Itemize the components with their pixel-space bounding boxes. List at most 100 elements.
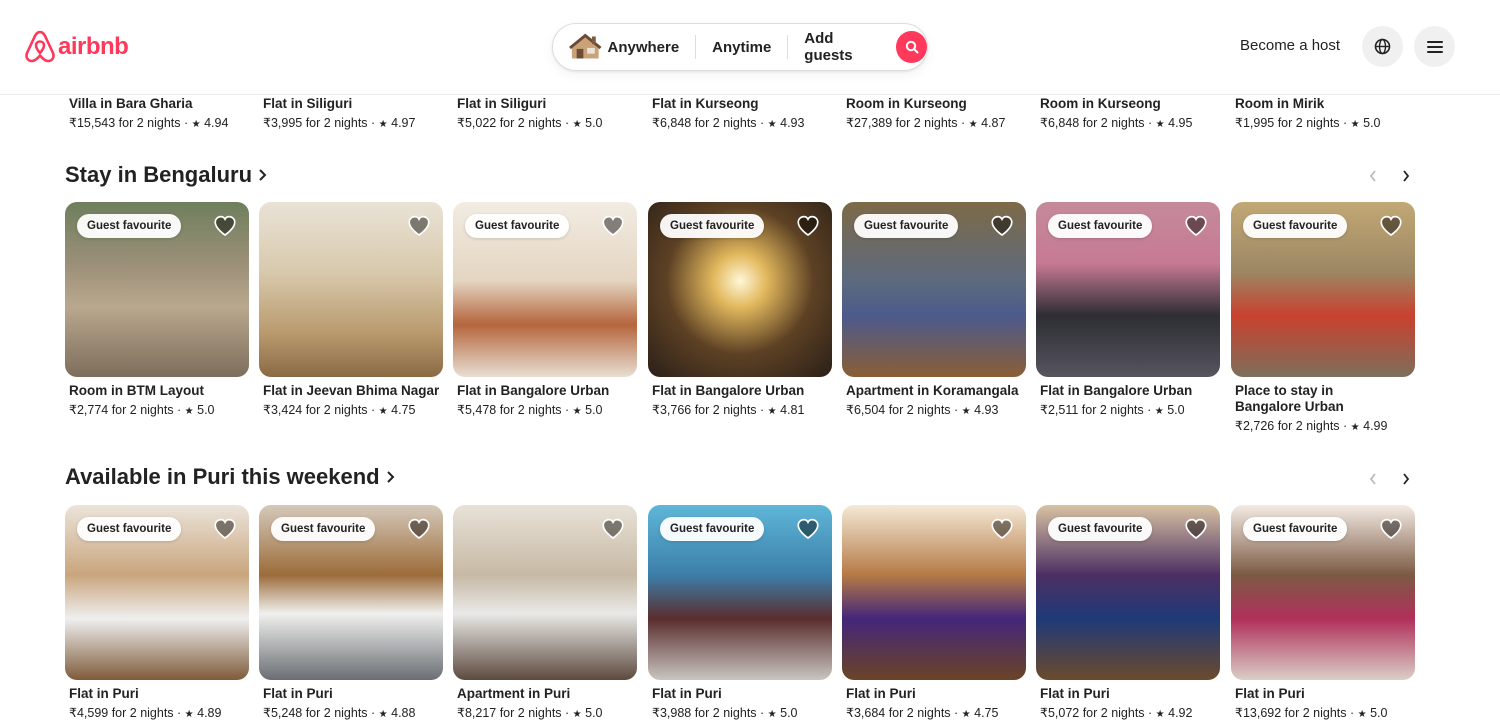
listing-photo[interactable]: Guest favourite [259, 505, 443, 680]
search-who[interactable]: Add guests [788, 30, 896, 64]
listing-text[interactable]: Flat in Jeevan Bhima Nagar ₹3,424 for 2 n… [263, 383, 439, 420]
listing-title: Flat in Puri [263, 686, 333, 701]
listing-text[interactable]: Villa in Bara Gharia ₹15,543 for 2 nights… [69, 96, 228, 133]
listing-card[interactable]: Guest favourite Flat in Puri ₹5,248 for 2 … [259, 505, 443, 720]
listing-card[interactable]: Apartment in Puri ₹8,217 for 2 nights · ★… [453, 505, 637, 720]
listing-photo[interactable]: Guest favourite [1231, 505, 1415, 680]
listing-text[interactable]: Flat in Puri ₹5,248 for 2 nights · ★ 4.88 [263, 686, 415, 723]
listing-card[interactable]: Flat in Jeevan Bhima Nagar ₹3,424 for 2 n… [259, 202, 443, 417]
heart-icon[interactable] [1379, 214, 1403, 238]
listing-meta: ₹6,848 for 2 nights · ★ 4.95 [1040, 115, 1192, 133]
listing-photo[interactable] [259, 202, 443, 377]
listing-card[interactable]: Guest favourite Flat in Bangalore Urban ₹3… [648, 202, 832, 417]
header: airbnb Anywhere Anytime Add guests Becom… [0, 0, 1500, 95]
listing-text[interactable]: Room in Kurseong ₹27,389 for 2 nights · ★… [846, 96, 1005, 133]
listing-price: ₹8,217 for 2 nights [457, 706, 562, 720]
listing-text[interactable]: Flat in Puri ₹4,599 for 2 nights · ★ 4.89 [69, 686, 221, 723]
listing-card[interactable]: Guest favourite Room in BTM Layout ₹2,774 … [65, 202, 249, 417]
listing-text[interactable]: Flat in Bangalore Urban ₹2,511 for 2 nigh… [1040, 383, 1192, 420]
listing-text[interactable]: Flat in Bangalore Urban ₹3,766 for 2 nigh… [652, 383, 804, 420]
listing-meta: ₹5,248 for 2 nights · ★ 4.88 [263, 705, 415, 723]
search-button[interactable] [896, 31, 927, 63]
section-title-bengaluru[interactable]: Stay in Bengaluru [65, 162, 268, 188]
listing-text[interactable]: Flat in Bangalore Urban ₹5,478 for 2 nigh… [457, 383, 609, 420]
listing-photo[interactable]: Guest favourite [1231, 202, 1415, 377]
listing-card[interactable]: Guest favourite Flat in Bangalore Urban ₹2… [1036, 202, 1220, 417]
listing-card[interactable]: Guest favourite Flat in Puri ₹13,692 for 2… [1231, 505, 1415, 720]
user-menu-button[interactable] [1414, 26, 1455, 67]
listing-rating: 4.94 [204, 116, 229, 130]
star-icon: ★ [184, 406, 194, 417]
carousel-arrows [1360, 466, 1419, 492]
become-host-link[interactable]: Become a host [1240, 37, 1340, 54]
logo-text: airbnb [58, 33, 129, 60]
next-arrow-button[interactable] [1393, 163, 1419, 189]
listing-title: Room in Kurseong [1040, 96, 1161, 111]
listing-photo[interactable] [453, 505, 637, 680]
star-icon: ★ [572, 406, 582, 417]
heart-icon[interactable] [990, 214, 1014, 238]
search-when[interactable]: Anytime [696, 39, 787, 56]
listing-photo[interactable]: Guest favourite [648, 202, 832, 377]
listing-text[interactable]: Flat in Puri ₹13,692 for 2 nights · ★ 5.0 [1235, 686, 1387, 723]
listing-text[interactable]: Apartment in Puri ₹8,217 for 2 nights · ★… [457, 686, 603, 723]
listing-text[interactable]: Room in Mirik ₹1,995 for 2 nights · ★ 5.0 [1235, 96, 1381, 133]
listing-photo[interactable]: Guest favourite [842, 202, 1026, 377]
listing-photo[interactable]: Guest favourite [1036, 505, 1220, 680]
search-where[interactable]: Anywhere [608, 39, 696, 56]
language-button[interactable] [1362, 26, 1403, 67]
separator: · [957, 116, 969, 130]
listing-text[interactable]: Apartment in Koramangala ₹6,504 for 2 nig… [846, 383, 1019, 420]
listing-photo[interactable]: Guest favourite [65, 505, 249, 680]
listing-card[interactable]: Guest favourite Place to stay in Bangalor… [1231, 202, 1415, 433]
heart-icon[interactable] [407, 517, 431, 541]
heart-icon[interactable] [796, 214, 820, 238]
heart-icon[interactable] [213, 214, 237, 238]
listing-photo[interactable]: Guest favourite [453, 202, 637, 377]
next-arrow-button[interactable] [1393, 466, 1419, 492]
heart-icon[interactable] [1184, 517, 1208, 541]
listing-price: ₹6,848 for 2 nights [1040, 116, 1145, 130]
heart-icon[interactable] [796, 517, 820, 541]
listing-text[interactable]: Flat in Puri ₹5,072 for 2 nights · ★ 4.92 [1040, 686, 1192, 723]
heart-icon[interactable] [601, 214, 625, 238]
search-bar[interactable]: Anywhere Anytime Add guests [552, 23, 928, 71]
heart-icon[interactable] [1379, 517, 1403, 541]
listing-text[interactable]: Flat in Siliguri ₹3,995 for 2 nights · ★ … [263, 96, 415, 133]
listing-photo[interactable]: Guest favourite [65, 202, 249, 377]
listing-photo[interactable]: Guest favourite [1036, 202, 1220, 377]
guest-favourite-badge: Guest favourite [465, 214, 570, 238]
separator: · [367, 116, 379, 130]
listing-text[interactable]: Place to stay in Bangalore Urban ₹2,726 f… [1235, 383, 1387, 436]
listing-text[interactable]: Flat in Puri ₹3,684 for 2 nights · ★ 4.75 [846, 686, 998, 723]
separator: · [1339, 419, 1351, 433]
heart-icon[interactable] [601, 517, 625, 541]
star-icon: ★ [1357, 709, 1367, 720]
listing-photo[interactable]: Guest favourite [648, 505, 832, 680]
listing-photo[interactable] [842, 505, 1026, 680]
listing-text[interactable]: Room in BTM Layout ₹2,774 for 2 nights · … [69, 383, 215, 420]
prev-arrow-button[interactable] [1360, 466, 1386, 492]
listing-price: ₹1,995 for 2 nights [1235, 116, 1340, 130]
section-title-puri[interactable]: Available in Puri this weekend [65, 464, 396, 490]
listing-meta: ₹3,995 for 2 nights · ★ 4.97 [263, 115, 415, 133]
listing-card[interactable]: Guest favourite Flat in Puri ₹4,599 for 2 … [65, 505, 249, 720]
listing-title: Flat in Jeevan Bhima Nagar [263, 383, 440, 398]
listing-meta: ₹5,478 for 2 nights · ★ 5.0 [457, 402, 609, 420]
prev-arrow-button[interactable] [1360, 163, 1386, 189]
listing-card[interactable]: Guest favourite Apartment in Koramangala ₹… [842, 202, 1026, 417]
heart-icon[interactable] [990, 517, 1014, 541]
listing-text[interactable]: Flat in Puri ₹3,988 for 2 nights · ★ 5.0 [652, 686, 798, 723]
airbnb-logo[interactable]: airbnb [24, 30, 129, 64]
heart-icon[interactable] [1184, 214, 1208, 238]
listing-card[interactable]: Guest favourite Flat in Puri ₹5,072 for 2 … [1036, 505, 1220, 720]
heart-icon[interactable] [213, 517, 237, 541]
heart-icon[interactable] [407, 214, 431, 238]
listing-card[interactable]: Guest favourite Flat in Bangalore Urban ₹5… [453, 202, 637, 417]
listing-text[interactable]: Flat in Siliguri ₹5,022 for 2 nights · ★ … [457, 96, 603, 133]
listing-text[interactable]: Room in Kurseong ₹6,848 for 2 nights · ★ … [1040, 96, 1192, 133]
listing-text[interactable]: Flat in Kurseong ₹6,848 for 2 nights · ★ … [652, 96, 804, 133]
listing-card[interactable]: Flat in Puri ₹3,684 for 2 nights · ★ 4.75 [842, 505, 1026, 720]
listing-meta: ₹3,424 for 2 nights · ★ 4.75 [263, 402, 439, 420]
listing-card[interactable]: Guest favourite Flat in Puri ₹3,988 for 2 … [648, 505, 832, 720]
